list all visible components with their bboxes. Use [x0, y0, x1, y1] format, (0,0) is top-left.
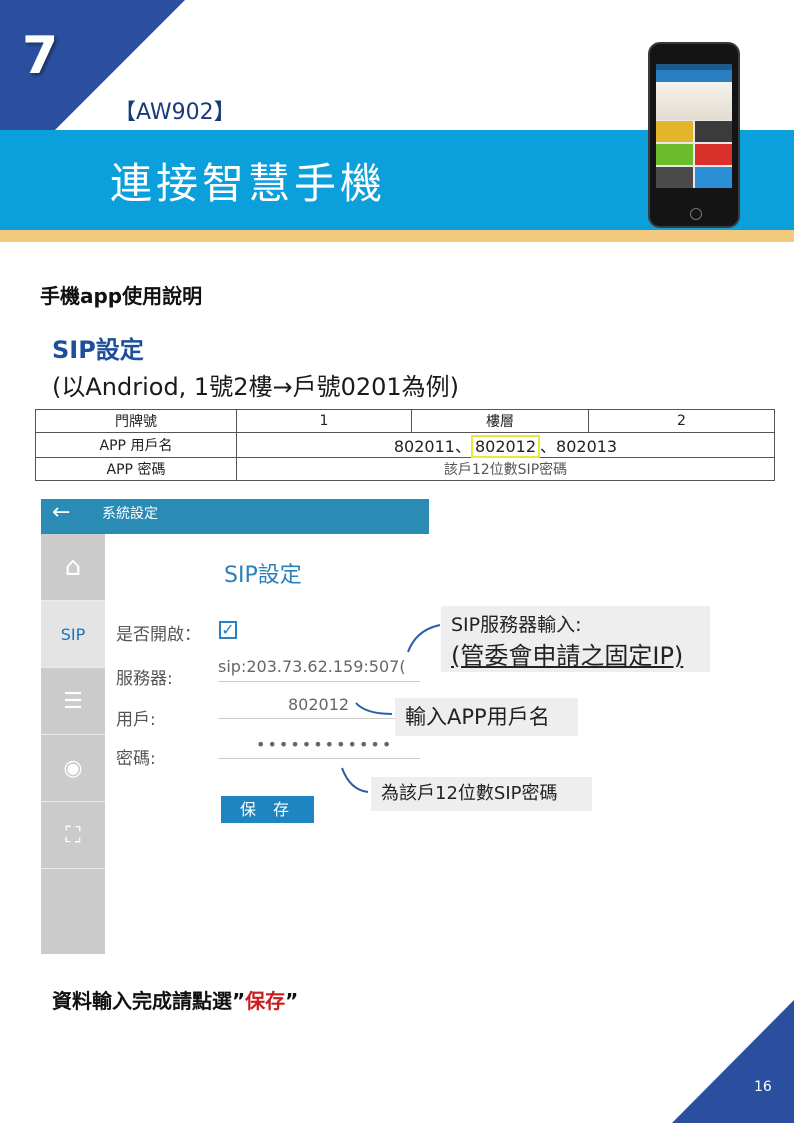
callout-user: 輸入APP用戶名: [395, 698, 578, 736]
callout-server-note: (管委會申請之固定IP): [451, 642, 684, 670]
footer-note-suffix: ”: [285, 989, 299, 1013]
callout-password: 為該戶12位數SIP密碼: [371, 777, 592, 811]
callout-connector: [407, 624, 441, 653]
footer-corner-decoration: [672, 1000, 794, 1123]
footer-note-save: 保存: [245, 989, 286, 1013]
callout-connector: [341, 767, 369, 793]
footer-note-prefix: 資料輸入完成請點選”: [52, 989, 246, 1013]
footer-note: 資料輸入完成請點選”保存”: [52, 985, 298, 1014]
page-number: 16: [754, 1079, 772, 1095]
callout-server-title: SIP服務器輸入:: [451, 614, 582, 636]
callout-server: SIP服務器輸入: (管委會申請之固定IP): [441, 606, 710, 672]
callout-connector: [355, 702, 393, 715]
callout-connectors: [341, 624, 441, 793]
